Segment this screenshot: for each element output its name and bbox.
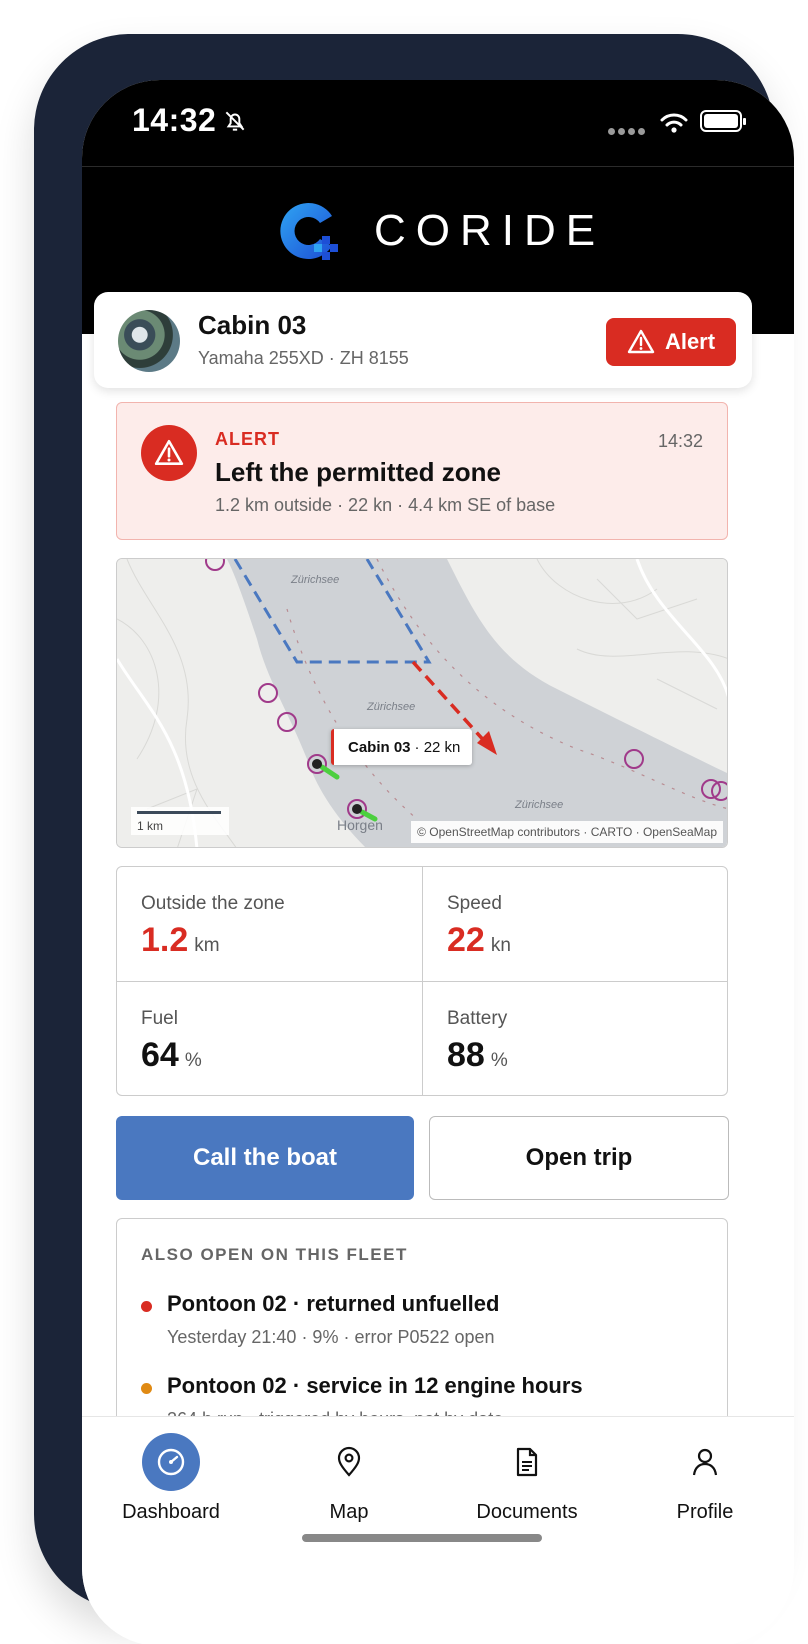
open-trip-button[interactable]: Open trip — [429, 1116, 729, 1200]
boat-avatar — [118, 310, 180, 372]
stat-unit: % — [184, 1050, 202, 1071]
alert-kicker: ALERT — [215, 429, 280, 449]
brand-logo: CORIDE — [274, 192, 605, 270]
stat-value: 64 — [141, 1036, 179, 1074]
status-bar: 14:32 — [82, 80, 794, 168]
alert-badge — [141, 425, 197, 481]
stat-battery: Battery 88% — [423, 982, 728, 1096]
stat-unit: km — [194, 935, 220, 956]
nav-label: Map — [329, 1501, 369, 1523]
boat-card[interactable]: Cabin 03 Yamaha 255XD · ZH 8155 Alert — [94, 292, 752, 388]
battery-status-icon — [700, 110, 746, 132]
warning-icon — [627, 329, 655, 354]
alert-banner[interactable]: ALERT 14:32 Left the permitted zone 1.2 … — [116, 402, 728, 540]
phone-frame: 14:32 CORIDE Cabin 03 Yamaha 255XD · ZH … — [34, 34, 794, 1644]
nav-label: Documents — [476, 1501, 578, 1523]
boat-map-tooltip[interactable]: Cabin 03 · 22 kn — [331, 729, 473, 765]
stat-label: Battery — [447, 1008, 508, 1029]
stat-value-wrap: 1.2 km — [141, 921, 220, 960]
map-lake-label: Zürichsee — [515, 799, 564, 811]
map-lake-label: Zürichsee — [367, 701, 416, 713]
stat-value: 88 — [447, 1036, 485, 1074]
alert-button[interactable]: Alert — [606, 318, 736, 366]
call-boat-button[interactable]: Call the boat — [116, 1116, 414, 1200]
map-lake-label: Zürichsee — [291, 574, 340, 586]
map-town-label: Horgen — [337, 817, 383, 833]
tooltip-boat-name: Cabin 03 — [348, 738, 411, 756]
coride-logo-icon — [280, 203, 338, 260]
profile-icon — [676, 1433, 734, 1491]
warning-icon — [154, 439, 184, 465]
stat-value: 1.2 — [141, 921, 189, 959]
bell-off-icon — [225, 111, 245, 131]
list-item-title: Pontoon 02 · returned unfuelled — [167, 1291, 500, 1316]
list-item-title: Pontoon 02 · service in 12 engine hours — [167, 1373, 583, 1398]
map-view[interactable]: Zürichsee Zürichsee Zürichsee Horgen Cab… — [116, 558, 728, 848]
map-attribution[interactable]: © OpenStreetMap contributors · CARTO · O… — [411, 821, 723, 843]
status-dot — [141, 1383, 152, 1394]
list-item-subtitle: Yesterday 21:40 · 9% · error P0522 open — [167, 1327, 495, 1347]
divider — [82, 166, 794, 167]
fleet-list-title: ALSO OPEN ON THIS FLEET — [141, 1245, 408, 1264]
nav-item-dashboard[interactable]: Dashboard — [82, 1417, 260, 1547]
stat-fuel: Fuel 64% — [117, 982, 422, 1096]
stat-value-wrap: 64% — [141, 1036, 202, 1075]
boat-subtitle: Yamaha 255XD · ZH 8155 — [198, 348, 409, 368]
stat-value-wrap: 88% — [447, 1036, 508, 1075]
screen: 14:32 CORIDE Cabin 03 Yamaha 255XD · ZH … — [82, 80, 794, 1644]
stat-outside-zone: Outside the zone 1.2 km — [117, 867, 422, 981]
alert-time: 14:32 — [657, 431, 703, 451]
map-scale: 1 km — [131, 807, 229, 835]
stat-value-wrap: 22 kn — [447, 921, 511, 960]
nav-item-map[interactable]: Map — [260, 1417, 438, 1547]
nav-label: Dashboard — [122, 1501, 220, 1523]
scale-label: 1 km — [137, 819, 164, 833]
alert-title: Left the permitted zone — [215, 457, 502, 487]
boat-name: Cabin 03 — [198, 310, 307, 340]
alert-detail: 1.2 km outside · 22 kn · 4.4 km SE of ba… — [215, 495, 556, 515]
document-icon — [498, 1433, 556, 1491]
nav-item-profile[interactable]: Profile — [616, 1417, 794, 1547]
stats-grid: Outside the zone 1.2 km Speed 22 kn Fuel 6… — [116, 866, 728, 1096]
nav-label: Profile — [676, 1501, 734, 1523]
status-dot — [141, 1301, 152, 1312]
alert-button-label: Alert — [664, 329, 716, 354]
brand-name: CORIDE — [374, 206, 606, 255]
bottom-nav: Dashboard Map Documents Profile — [82, 1416, 794, 1644]
stat-unit: kn — [490, 935, 511, 956]
scale-bar — [137, 811, 221, 814]
stat-label: Outside the zone — [141, 893, 285, 914]
stat-speed: Speed 22 kn — [423, 867, 728, 981]
home-indicator[interactable] — [302, 1534, 542, 1542]
nav-item-documents[interactable]: Documents — [438, 1417, 616, 1547]
map-pin-icon — [320, 1433, 378, 1491]
stat-unit: % — [490, 1050, 508, 1071]
status-time: 14:32 — [132, 102, 217, 138]
stat-label: Speed — [447, 893, 502, 914]
tooltip-speed: · 22 kn — [414, 738, 461, 756]
stat-label: Fuel — [141, 1008, 178, 1029]
dashboard-icon — [142, 1433, 200, 1491]
map-canvas — [117, 559, 727, 847]
stat-value: 22 — [447, 921, 485, 959]
wifi-icon — [660, 113, 688, 133]
cell-signal-icon — [608, 122, 648, 140]
